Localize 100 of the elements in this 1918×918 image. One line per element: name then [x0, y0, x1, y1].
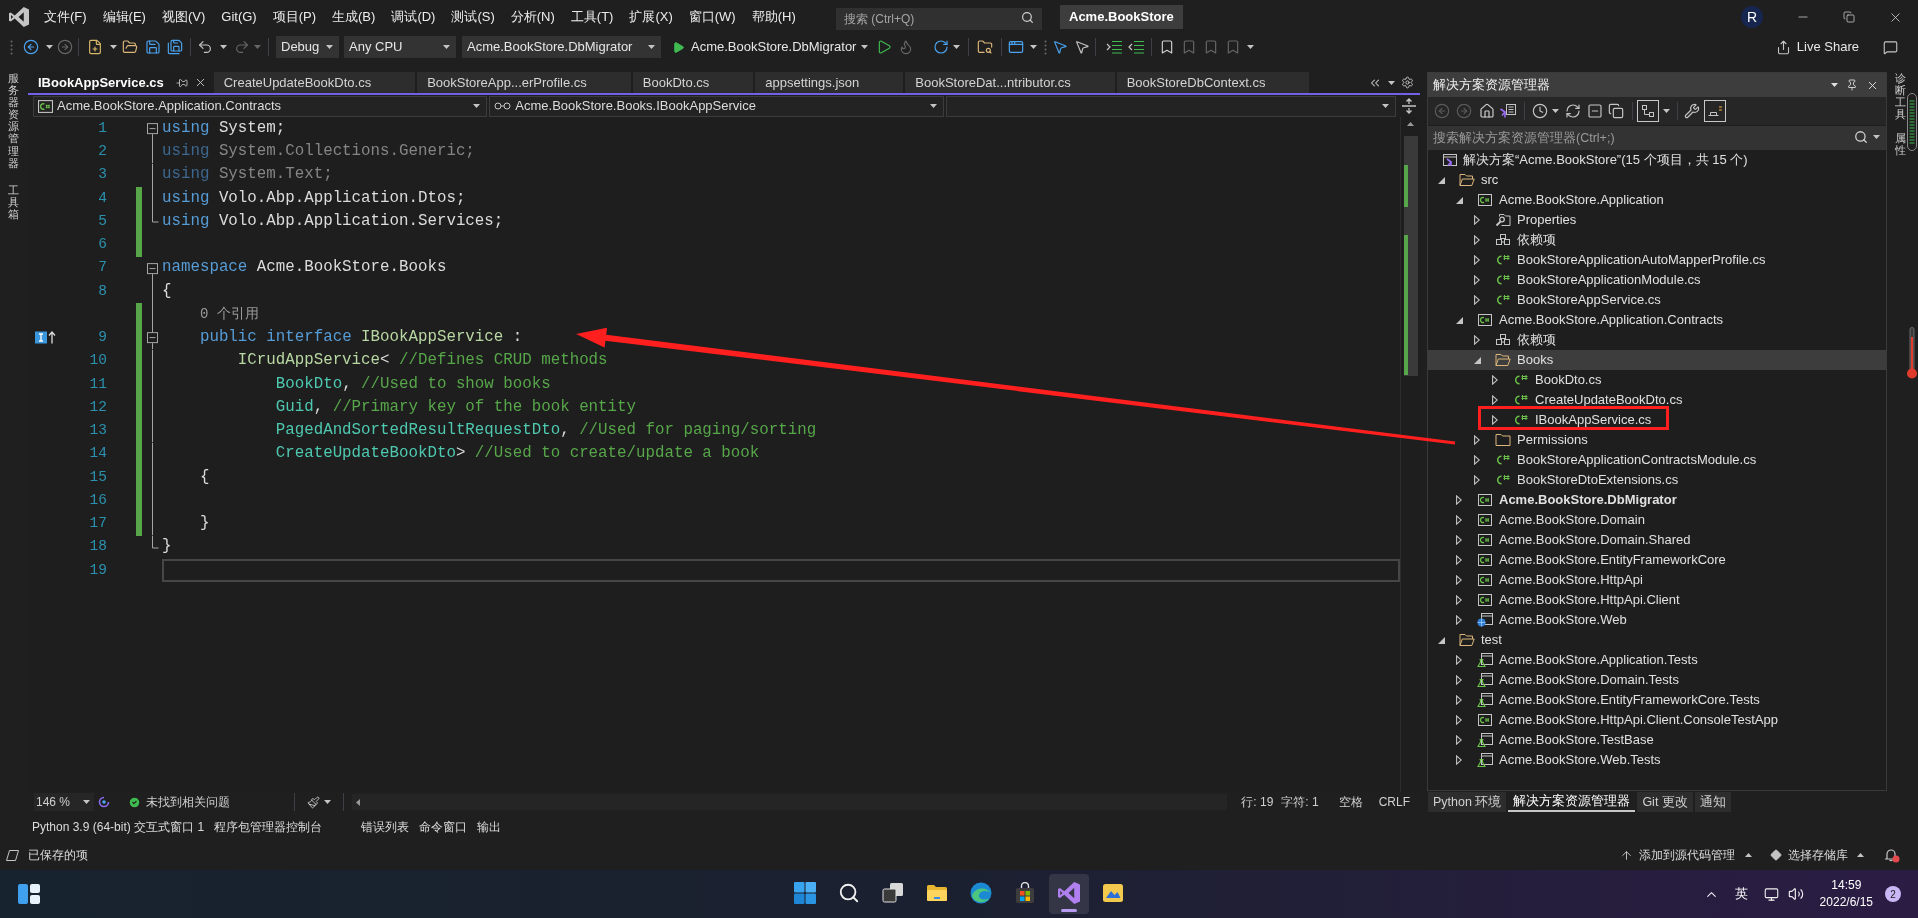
- view-toggle-button[interactable]: [1637, 100, 1659, 122]
- pointer-icon[interactable]: [1052, 39, 1068, 55]
- menu-item[interactable]: 编辑(E): [94, 6, 154, 28]
- side-tab[interactable]: 属性: [1895, 132, 1906, 157]
- collapse-arrow-icon[interactable]: [1437, 636, 1445, 644]
- horizontal-scrollbar[interactable]: [352, 794, 1228, 810]
- tree-item[interactable]: CreateUpdateBookDto.cs: [1488, 392, 1683, 408]
- account-avatar[interactable]: R: [1741, 6, 1763, 28]
- expand-arrow-icon[interactable]: [1456, 755, 1462, 765]
- window-icon[interactable]: [1008, 39, 1024, 55]
- menu-item[interactable]: 扩展(X): [621, 6, 681, 28]
- configuration-dropdown[interactable]: Debug: [276, 36, 339, 58]
- notification-bell-icon[interactable]: [1884, 847, 1900, 863]
- expand-arrow-icon[interactable]: [1456, 535, 1462, 545]
- tree-item[interactable]: IBookAppService.cs: [1488, 412, 1652, 428]
- menu-item[interactable]: 测试(S): [443, 6, 503, 28]
- save-icon[interactable]: [145, 39, 161, 55]
- caret-icon[interactable]: [1831, 83, 1838, 87]
- project-dropdown[interactable]: Acme.BookStore.Application.Contracts: [33, 95, 488, 117]
- tree-item[interactable]: Permissions: [1470, 432, 1588, 448]
- tree-item[interactable]: Acme.BookStore.TestBase: [1452, 732, 1654, 748]
- tree-item[interactable]: BookStoreApplicationModule.cs: [1470, 272, 1701, 288]
- redo-icon[interactable]: [234, 39, 250, 55]
- tree-item[interactable]: Acme.BookStore.Domain.Tests: [1452, 672, 1679, 688]
- tree-item[interactable]: 依赖项: [1470, 232, 1556, 248]
- side-tab[interactable]: 服务器资源管理器: [8, 72, 19, 169]
- tree-item[interactable]: Acme.BookStore.EntityFrameworkCore.Tests: [1452, 692, 1760, 708]
- tree-item[interactable]: Acme.BookStore.Web: [1452, 612, 1627, 628]
- undo-icon[interactable]: [197, 39, 213, 55]
- add-to-source-control-button[interactable]: 添加到源代码管理: [1620, 846, 1752, 864]
- expand-arrow-icon[interactable]: [1456, 695, 1462, 705]
- scroll-left-icon[interactable]: [356, 798, 360, 806]
- menu-item[interactable]: 工具(T): [562, 6, 622, 28]
- pointer-icon[interactable]: [1074, 39, 1090, 55]
- restart-icon[interactable]: [933, 39, 949, 55]
- tree-item[interactable]: BookStoreAppService.cs: [1470, 292, 1661, 308]
- expand-arrow-icon[interactable]: [1492, 375, 1498, 385]
- expand-arrow-icon[interactable]: [1456, 735, 1462, 745]
- stacked-squares-icon[interactable]: [1608, 103, 1624, 119]
- tool-window-tab[interactable]: Python 3.9 (64-bit) 交互式窗口 1: [32, 818, 205, 836]
- editor-tab[interactable]: BookStoreDbContext.cs: [1116, 72, 1310, 93]
- preview-toggle-button[interactable]: [1704, 100, 1726, 122]
- search-field[interactable]: 搜索 (Ctrl+Q): [836, 8, 1042, 30]
- input-method-indicator[interactable]: 英: [1734, 884, 1748, 904]
- menu-item[interactable]: 生成(B): [324, 6, 384, 28]
- pin-icon[interactable]: [1846, 79, 1858, 91]
- tool-window-tab[interactable]: 错误列表: [361, 818, 410, 836]
- tree-item[interactable]: Acme.BookStore.Domain: [1452, 512, 1645, 528]
- gauge-icon[interactable]: [1907, 327, 1917, 379]
- volume-icon[interactable]: [1787, 886, 1804, 902]
- collapse-arrow-icon[interactable]: [1455, 316, 1463, 324]
- panel-tab[interactable]: Python 环境: [1428, 792, 1507, 812]
- status-icon[interactable]: [6, 849, 19, 861]
- wrench-icon[interactable]: [1684, 103, 1700, 119]
- tree-item[interactable]: Books: [1428, 350, 1886, 370]
- tree-item[interactable]: Acme.BookStore.DbMigrator: [1452, 492, 1677, 508]
- expand-arrow-icon[interactable]: [1456, 715, 1462, 725]
- expand-arrow-icon[interactable]: [1456, 575, 1462, 585]
- panel-tab[interactable]: 通知: [1694, 792, 1731, 812]
- issues-indicator[interactable]: 未找到相关问题: [128, 793, 230, 811]
- reference-count-link[interactable]: 0 个引用: [199, 304, 259, 326]
- clock-date[interactable]: 2022/6/15: [1819, 894, 1873, 911]
- collapse-toggle-icon[interactable]: [147, 262, 158, 274]
- zoom-dropdown[interactable]: 146 %: [34, 793, 94, 811]
- caret-icon[interactable]: [1552, 109, 1559, 113]
- caret-icon[interactable]: [1663, 109, 1670, 113]
- expand-arrow-icon[interactable]: [1474, 295, 1480, 305]
- expand-arrow-icon[interactable]: [1456, 495, 1462, 505]
- scroll-up-icon[interactable]: [1407, 122, 1414, 126]
- platform-dropdown[interactable]: Any CPU: [344, 36, 456, 58]
- menu-item[interactable]: Git(G): [213, 6, 265, 28]
- tool-window-tab[interactable]: 命令窗口: [419, 818, 468, 836]
- tree-item[interactable]: Properties: [1470, 212, 1577, 228]
- folder-search-icon[interactable]: [977, 39, 993, 55]
- home-icon[interactable]: [1479, 103, 1495, 119]
- tree-item[interactable]: Acme.BookStore.EntityFrameworkCore: [1452, 552, 1726, 568]
- tree-item[interactable]: Acme.BookStore.Domain.Shared: [1452, 532, 1691, 548]
- tree-item[interactable]: Acme.BookStore.HttpApi: [1452, 572, 1643, 588]
- save-all-icon[interactable]: [167, 39, 183, 55]
- tree-item[interactable]: Acme.BookStore.HttpApi.Client: [1452, 592, 1680, 608]
- widgets-icon[interactable]: [18, 884, 40, 904]
- tree-item[interactable]: 解决方案“Acme.BookStore”(15 个项目，共 15 个): [1442, 152, 1748, 168]
- scrollbar-thumb[interactable]: [1403, 136, 1418, 376]
- expand-arrow-icon[interactable]: [1456, 615, 1462, 625]
- expand-arrow-icon[interactable]: [1474, 255, 1480, 265]
- expand-arrow-icon[interactable]: [1474, 435, 1480, 445]
- menu-item[interactable]: 文件(F): [36, 6, 95, 28]
- expand-arrow-icon[interactable]: [1492, 395, 1498, 405]
- open-folder-icon[interactable]: [122, 39, 138, 55]
- split-editor-icon[interactable]: [1402, 98, 1416, 114]
- caret-icon[interactable]: [46, 45, 53, 49]
- expand-arrow-icon[interactable]: [1456, 675, 1462, 685]
- caret-icon[interactable]: [1247, 45, 1254, 49]
- collapse-toggle-icon[interactable]: [147, 123, 158, 135]
- menu-item[interactable]: 调试(D): [383, 6, 444, 28]
- line-ending-indicator[interactable]: CRLF: [1378, 793, 1410, 811]
- editor-tab[interactable]: CreateUpdateBookDto.cs: [213, 72, 416, 93]
- bookmark-icon[interactable]: [1159, 39, 1175, 55]
- caret-icon[interactable]: [953, 45, 960, 49]
- column-indicator[interactable]: 字符: 1: [1281, 793, 1319, 811]
